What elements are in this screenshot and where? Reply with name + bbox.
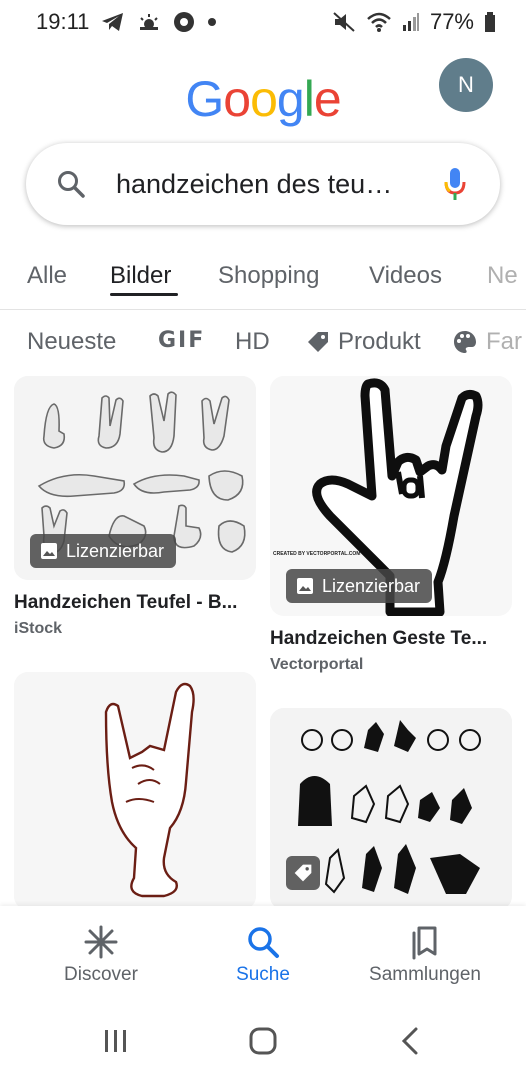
chip-produkt-label: Produkt: [338, 328, 421, 355]
back-icon[interactable]: [398, 1026, 422, 1056]
chip-hd-label: HD: [235, 328, 270, 355]
recent-apps-icon[interactable]: [102, 1026, 130, 1056]
nav-discover[interactable]: Discover: [16, 924, 186, 986]
chip-gif[interactable]: GIF: [158, 328, 205, 353]
home-icon[interactable]: [248, 1026, 278, 1056]
logo-letter-o1: o: [223, 71, 251, 127]
signal-icon: [402, 13, 419, 31]
result-image-4[interactable]: [270, 708, 512, 910]
search-input[interactable]: handzeichen des teu…: [116, 169, 434, 200]
palette-icon: [454, 331, 476, 353]
chip-gif-label: GIF: [158, 328, 206, 353]
search-box[interactable]: handzeichen des teu…: [26, 143, 500, 225]
bottom-navigation: Discover Suche Sammlungen: [0, 906, 526, 1006]
logo-letter-o2: o: [250, 71, 278, 127]
nav-search-label: Suche: [236, 964, 290, 985]
telegram-icon: [102, 13, 124, 31]
chip-neueste-label: Neueste: [27, 328, 117, 355]
vectorportal-watermark: CREATED BY VECTORPORTAL.COM: [273, 551, 360, 557]
avatar-initial: N: [458, 72, 474, 97]
collections-icon: [412, 926, 437, 960]
chip-hd[interactable]: HD: [235, 328, 270, 356]
nav-collections-label: Sammlungen: [369, 964, 481, 985]
status-bar: 19:11 77%: [0, 0, 526, 44]
search-tabs: Alle Bilder Shopping Videos Ne: [0, 246, 526, 310]
tag-icon: [308, 332, 328, 352]
asterisk-icon: [84, 925, 118, 959]
logo-letter-e: e: [313, 71, 342, 127]
tab-alle[interactable]: Alle: [27, 262, 67, 290]
result-title-2[interactable]: Handzeichen Geste Te...: [270, 628, 487, 650]
result-source-2[interactable]: Vectorportal: [270, 656, 363, 674]
search-icon: [248, 927, 279, 958]
tab-bilder[interactable]: Bilder: [110, 262, 171, 290]
nav-collections[interactable]: Sammlungen: [340, 924, 510, 986]
weather-icon: [140, 14, 159, 30]
licensable-badge-1-label: Lizenzierbar: [66, 540, 165, 561]
search-icon: [58, 171, 85, 198]
status-time: 19:11: [36, 9, 90, 34]
mute-icon: [333, 12, 355, 32]
chip-farbe-label: Far: [486, 328, 522, 355]
image-icon: [297, 578, 313, 594]
battery-icon: [485, 12, 495, 32]
mic-icon[interactable]: [444, 167, 466, 201]
result-title-1[interactable]: Handzeichen Teufel - B...: [14, 592, 237, 614]
tab-shopping[interactable]: Shopping: [218, 262, 319, 290]
battery-percent: 77%: [429, 9, 474, 34]
logo-letter-g: G: [185, 71, 224, 127]
dot-icon: [208, 18, 217, 26]
logo-letter-l: l: [303, 71, 315, 127]
image-icon: [41, 543, 57, 559]
system-navigation-bar: [0, 1006, 526, 1080]
result-image-2[interactable]: CREATED BY VECTORPORTAL.COM Lizenzierbar: [270, 376, 512, 616]
product-badge-4: [286, 856, 320, 890]
tab-news[interactable]: Ne: [487, 262, 518, 290]
nav-search[interactable]: Suche: [178, 924, 348, 986]
filter-chips: Neueste GIF HD Produkt Far: [0, 312, 526, 372]
licensable-badge-1: Lizenzierbar: [30, 534, 177, 568]
result-image-3[interactable]: [14, 672, 256, 910]
tag-icon: [294, 864, 312, 882]
chip-farbe[interactable]: Far: [452, 328, 522, 356]
tab-videos[interactable]: Videos: [369, 262, 442, 290]
licensable-badge-2: Lizenzierbar: [286, 569, 433, 603]
licensable-badge-2-label: Lizenzierbar: [322, 575, 421, 596]
result-image-1[interactable]: Lizenzierbar: [14, 376, 256, 580]
account-avatar[interactable]: N: [439, 58, 493, 112]
chrome-icon: [174, 12, 195, 32]
nav-discover-label: Discover: [64, 964, 138, 985]
active-tab-indicator: [110, 293, 178, 296]
wifi-icon: [367, 12, 391, 32]
chip-produkt[interactable]: Produkt: [306, 328, 421, 356]
logo-letter-g2: g: [276, 71, 305, 127]
chip-neueste[interactable]: Neueste: [27, 328, 116, 356]
result-source-1[interactable]: iStock: [14, 620, 62, 638]
horns-hand-drawing-image: [14, 672, 256, 910]
